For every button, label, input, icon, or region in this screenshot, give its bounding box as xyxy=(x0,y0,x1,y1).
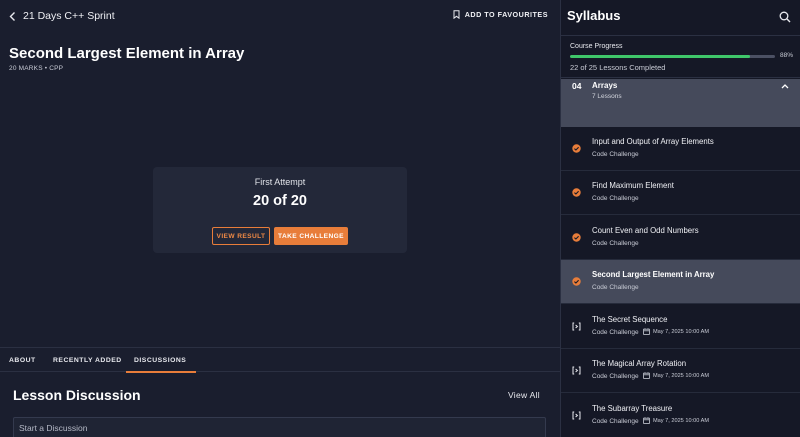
code-challenge-icon xyxy=(572,411,581,420)
module-arrays[interactable]: 04 Arrays 7 Lessons xyxy=(561,79,800,127)
lesson-meta: 20 MARKS • CPP xyxy=(9,65,64,72)
discussion-title: Lesson Discussion xyxy=(13,387,141,403)
tab-discussions[interactable]: DISCUSSIONS xyxy=(125,348,197,373)
take-challenge-button[interactable]: TAKE CHALLENGE xyxy=(274,227,348,245)
search-icon[interactable] xyxy=(779,11,791,23)
view-all-link[interactable]: View All xyxy=(508,390,540,400)
bookmark-icon xyxy=(453,10,460,19)
lesson-schedule: May 7, 2025 10:00 AM xyxy=(643,372,709,379)
lesson-type: Code Challenge xyxy=(592,195,639,202)
lesson-title: Second Largest Element in Array xyxy=(9,45,245,62)
discussion-input[interactable] xyxy=(13,417,546,437)
progress-percent: 88% xyxy=(779,52,793,59)
check-circle-icon xyxy=(572,233,581,242)
course-title: 21 Days C++ Sprint xyxy=(23,10,115,22)
lesson-date: May 7, 2025 10:00 AM xyxy=(653,417,709,424)
progress-count: 22 of 25 Lessons Completed xyxy=(570,63,666,72)
attempt-score: 20 of 20 xyxy=(253,193,307,209)
lesson-name: Input and Output of Array Elements xyxy=(592,137,714,146)
code-challenge-icon xyxy=(572,366,581,375)
lesson-item[interactable]: The Subarray Treasure Code Challenge May 7… xyxy=(561,394,800,437)
top-bar: 21 Days C++ Sprint ADD TO FAVOURITES xyxy=(0,0,560,33)
lesson-item[interactable]: The Magical Array Rotation Code Challenge… xyxy=(561,349,800,393)
lesson-name: Find Maximum Element xyxy=(592,181,674,190)
lesson-name: Count Even and Odd Numbers xyxy=(592,226,699,235)
tab-about[interactable]: ABOUT xyxy=(9,348,36,372)
lesson-type: Code Challenge xyxy=(592,373,639,380)
lesson-date: May 7, 2025 10:00 AM xyxy=(653,328,709,335)
lesson-type: Code Challenge xyxy=(592,151,639,158)
lesson-schedule: May 7, 2025 10:00 AM xyxy=(643,417,709,424)
lesson-name: The Subarray Treasure xyxy=(592,404,673,413)
check-circle-icon xyxy=(572,188,581,197)
lesson-type: Code Challenge xyxy=(592,329,639,336)
module-name: Arrays xyxy=(592,81,618,90)
lesson-item[interactable]: Input and Output of Array Elements Code C… xyxy=(561,127,800,171)
add-to-favourites-button[interactable]: ADD TO FAVOURITES xyxy=(453,10,548,19)
calendar-icon xyxy=(643,417,650,424)
attempt-label: First Attempt xyxy=(254,177,306,187)
chevron-left-icon[interactable] xyxy=(8,11,18,22)
course-progress: Course Progress 88% 22 of 25 Lessons Com… xyxy=(561,35,800,78)
syllabus-title: Syllabus xyxy=(567,8,621,23)
view-result-button[interactable]: VIEW RESULT xyxy=(212,227,270,245)
lesson-type: Code Challenge xyxy=(592,284,639,291)
lesson-schedule: May 7, 2025 10:00 AM xyxy=(643,328,709,335)
lesson-type: Code Challenge xyxy=(592,240,639,247)
lesson-type: Code Challenge xyxy=(592,418,639,425)
attempt-card: First Attempt 20 of 20 VIEW RESULT TAKE … xyxy=(153,167,407,253)
calendar-icon xyxy=(643,328,650,335)
tab-recently-added[interactable]: RECENTLY ADDED xyxy=(53,348,122,372)
lesson-item[interactable]: Count Even and Odd Numbers Code Challenge xyxy=(561,216,800,260)
code-challenge-icon xyxy=(572,322,581,331)
syllabus-sidebar: Syllabus Course Progress 88% 22 of 25 Le… xyxy=(560,0,800,437)
check-circle-icon xyxy=(572,144,581,153)
calendar-icon xyxy=(643,372,650,379)
chevron-up-icon[interactable] xyxy=(781,83,789,89)
lesson-tabs: ABOUT RECENTLY ADDED DISCUSSIONS xyxy=(0,347,560,373)
lesson-item[interactable]: Second Largest Element in Array Code Chal… xyxy=(561,260,800,304)
progress-label: Course Progress xyxy=(570,43,623,50)
add-to-favourites-label: ADD TO FAVOURITES xyxy=(464,10,548,19)
lesson-item[interactable]: The Secret Sequence Code Challenge May 7, … xyxy=(561,305,800,349)
lesson-name: The Magical Array Rotation xyxy=(592,359,687,368)
main-content: 21 Days C++ Sprint ADD TO FAVOURITES Sec… xyxy=(0,0,560,437)
module-number: 04 xyxy=(572,81,582,91)
progress-fill xyxy=(570,55,751,58)
lesson-item[interactable]: Find Maximum Element Code Challenge xyxy=(561,171,800,215)
lesson-name: The Secret Sequence xyxy=(592,315,668,324)
module-lesson-count: 7 Lessons xyxy=(592,93,622,100)
lesson-date: May 7, 2025 10:00 AM xyxy=(653,372,709,379)
check-circle-icon xyxy=(572,277,581,286)
progress-bar xyxy=(570,55,775,58)
lesson-name: Second Largest Element in Array xyxy=(592,270,715,279)
